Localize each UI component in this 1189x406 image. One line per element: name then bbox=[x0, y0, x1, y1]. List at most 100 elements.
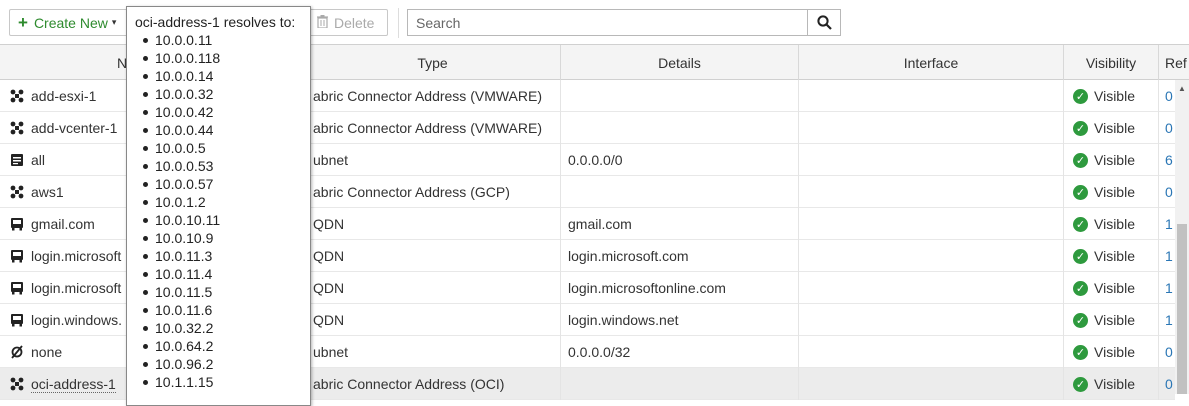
cell-visibility: ✓ Visible bbox=[1064, 80, 1159, 112]
cell-ref-link[interactable]: 1 bbox=[1159, 208, 1175, 240]
cell-ref-link[interactable]: 1 bbox=[1159, 272, 1175, 304]
cell-visibility: ✓ Visible bbox=[1064, 272, 1159, 304]
cell-type: QDN bbox=[305, 240, 561, 272]
row-name-label: login.windows. bbox=[31, 312, 123, 328]
resolved-address-item: 10.0.11.4 bbox=[135, 265, 310, 283]
fabric-connector-icon bbox=[10, 377, 24, 391]
fabric-connector-icon bbox=[10, 185, 24, 199]
resolved-address-item: 10.0.0.53 bbox=[135, 157, 310, 175]
fabric-connector-icon bbox=[10, 121, 24, 135]
resolved-address-item: 10.0.1.2 bbox=[135, 193, 310, 211]
cell-ref-link[interactable]: 0 bbox=[1159, 176, 1175, 208]
cell-interface bbox=[799, 240, 1064, 272]
row-name-label: none bbox=[31, 344, 63, 360]
subnet-icon bbox=[10, 153, 24, 167]
create-new-label: Create New bbox=[33, 14, 108, 31]
chevron-down-icon: ▾ bbox=[111, 17, 117, 27]
resolved-address-item: 10.1.1.15 bbox=[135, 373, 310, 391]
resolved-address-item: 10.0.10.11 bbox=[135, 211, 310, 229]
resolved-address-item: 10.0.0.42 bbox=[135, 103, 310, 121]
vertical-scrollbar[interactable]: ▲ bbox=[1175, 80, 1189, 394]
search-button[interactable] bbox=[807, 9, 841, 36]
delete-button[interactable]: Delete bbox=[308, 9, 388, 36]
check-circle-icon: ✓ bbox=[1073, 216, 1088, 232]
scroll-up-arrow-icon[interactable]: ▲ bbox=[1178, 84, 1186, 93]
create-new-button[interactable]: + Create New ▾ bbox=[9, 9, 131, 36]
column-header-visibility[interactable]: Visibility bbox=[1064, 45, 1159, 80]
check-circle-icon: ✓ bbox=[1073, 344, 1088, 360]
cell-visibility: ✓ Visible bbox=[1064, 176, 1159, 208]
cell-ref-link[interactable]: 0 bbox=[1159, 368, 1175, 400]
cell-details: login.windows.net bbox=[561, 304, 799, 336]
row-name-label: aws1 bbox=[31, 184, 64, 200]
delete-label: Delete bbox=[334, 14, 375, 31]
resolved-address-item: 10.0.0.14 bbox=[135, 67, 310, 85]
check-circle-icon: ✓ bbox=[1073, 312, 1088, 328]
cell-type: ubnet bbox=[305, 144, 561, 176]
column-header-ref[interactable]: Ref bbox=[1159, 45, 1189, 80]
resolve-tooltip: oci-address-1 resolves to: 10.0.0.11 10.0… bbox=[126, 6, 311, 406]
resolved-address-item: 10.0.0.118 bbox=[135, 49, 310, 67]
column-header-type[interactable]: Type bbox=[305, 45, 561, 80]
resolved-address-item: 10.0.0.32 bbox=[135, 85, 310, 103]
plus-icon: + bbox=[18, 12, 28, 32]
column-header-details[interactable]: Details bbox=[561, 45, 799, 80]
resolved-address-item: 10.0.32.2 bbox=[135, 319, 310, 337]
search-input[interactable] bbox=[407, 9, 808, 36]
cell-type: abric Connector Address (OCI) bbox=[305, 368, 561, 400]
cell-ref-link[interactable]: 0 bbox=[1159, 336, 1175, 368]
column-header-interface[interactable]: Interface bbox=[799, 45, 1064, 80]
resolved-address-item: 10.0.64.2 bbox=[135, 337, 310, 355]
cell-ref-link[interactable]: 1 bbox=[1159, 240, 1175, 272]
cell-visibility: ✓ Visible bbox=[1064, 240, 1159, 272]
search-icon bbox=[816, 15, 832, 30]
cell-visibility: ✓ Visible bbox=[1064, 304, 1159, 336]
check-circle-icon: ✓ bbox=[1073, 248, 1088, 264]
cell-interface bbox=[799, 208, 1064, 240]
check-circle-icon: ✓ bbox=[1073, 120, 1088, 136]
resolved-address-item: 10.0.0.57 bbox=[135, 175, 310, 193]
cell-interface bbox=[799, 80, 1064, 112]
row-name-label: all bbox=[31, 152, 46, 168]
check-circle-icon: ✓ bbox=[1073, 376, 1088, 392]
resolved-address-list: 10.0.0.11 10.0.0.118 10.0.0.14 10.0.0.32 10.… bbox=[135, 31, 310, 391]
toolbar-divider bbox=[398, 8, 399, 38]
cell-type: abric Connector Address (VMWARE) bbox=[305, 112, 561, 144]
cell-type: ubnet bbox=[305, 336, 561, 368]
check-circle-icon: ✓ bbox=[1073, 88, 1088, 104]
cell-interface bbox=[799, 176, 1064, 208]
fqdn-icon bbox=[10, 281, 24, 295]
cell-details: gmail.com bbox=[561, 208, 799, 240]
cell-details: 0.0.0.0/32 bbox=[561, 336, 799, 368]
cell-details: login.microsoft.com bbox=[561, 240, 799, 272]
cell-interface bbox=[799, 336, 1064, 368]
cell-ref-link[interactable]: 0 bbox=[1159, 112, 1175, 144]
check-circle-icon: ✓ bbox=[1073, 280, 1088, 296]
cell-visibility: ✓ Visible bbox=[1064, 368, 1159, 400]
cell-ref-link[interactable]: 1 bbox=[1159, 304, 1175, 336]
cell-type: abric Connector Address (GCP) bbox=[305, 176, 561, 208]
cell-visibility: ✓ Visible bbox=[1064, 144, 1159, 176]
resolved-address-item: 10.0.11.5 bbox=[135, 283, 310, 301]
cell-ref-link[interactable]: 0 bbox=[1159, 80, 1175, 112]
tooltip-title: oci-address-1 resolves to: bbox=[135, 14, 296, 30]
none-address-icon bbox=[10, 345, 24, 359]
cell-visibility: ✓ Visible bbox=[1064, 208, 1159, 240]
cell-visibility: ✓ Visible bbox=[1064, 112, 1159, 144]
resolved-address-item: 10.0.0.11 bbox=[135, 31, 310, 49]
check-circle-icon: ✓ bbox=[1073, 152, 1088, 168]
cell-interface bbox=[799, 144, 1064, 176]
row-name-label: add-esxi-1 bbox=[31, 88, 97, 104]
cell-type: QDN bbox=[305, 208, 561, 240]
cell-interface bbox=[799, 368, 1064, 400]
check-circle-icon: ✓ bbox=[1073, 184, 1088, 200]
resolved-address-item: 10.0.96.2 bbox=[135, 355, 310, 373]
cell-details bbox=[561, 176, 799, 208]
resolved-address-item: 10.0.0.44 bbox=[135, 121, 310, 139]
row-name-label: oci-address-1 bbox=[31, 375, 116, 393]
cell-ref-link[interactable]: 6 bbox=[1159, 144, 1175, 176]
fqdn-icon bbox=[10, 217, 24, 231]
cell-details bbox=[561, 368, 799, 400]
cell-details: login.microsoftonline.com bbox=[561, 272, 799, 304]
scrollbar-thumb[interactable] bbox=[1177, 224, 1187, 394]
